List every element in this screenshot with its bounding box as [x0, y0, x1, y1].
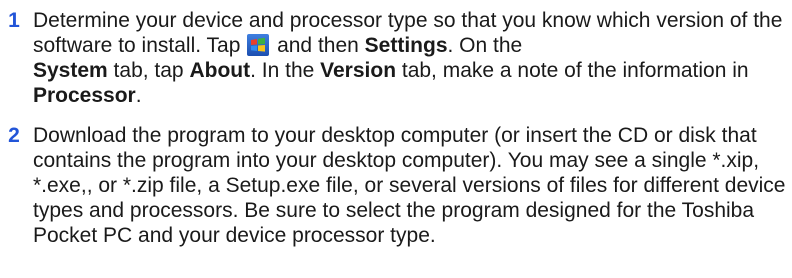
about-label: About [189, 59, 251, 82]
settings-label: Settings [364, 34, 448, 57]
step-number: 2 [8, 124, 20, 147]
step-text: Determine your device and processor type… [33, 8, 789, 108]
step-1-text-part: and then [271, 34, 365, 57]
windows-start-icon [247, 34, 270, 56]
step-1-text-part: tab, make a note of the information in [396, 59, 749, 82]
step-text: Download the program to your desktop com… [33, 124, 786, 247]
instruction-page: { "steps": [ { "number": "1", "parts": {… [0, 0, 792, 278]
step-1-text-part: . In the [250, 59, 321, 82]
version-tab-label: Version [320, 59, 397, 82]
step-number: 1 [8, 9, 20, 32]
step-1-text-part: tab, tap [107, 59, 190, 82]
system-tab-label: System [33, 59, 108, 82]
step-1-text-part: . [135, 84, 142, 107]
processor-label: Processor [33, 84, 136, 107]
step-1-text-part: . On the [447, 34, 523, 57]
